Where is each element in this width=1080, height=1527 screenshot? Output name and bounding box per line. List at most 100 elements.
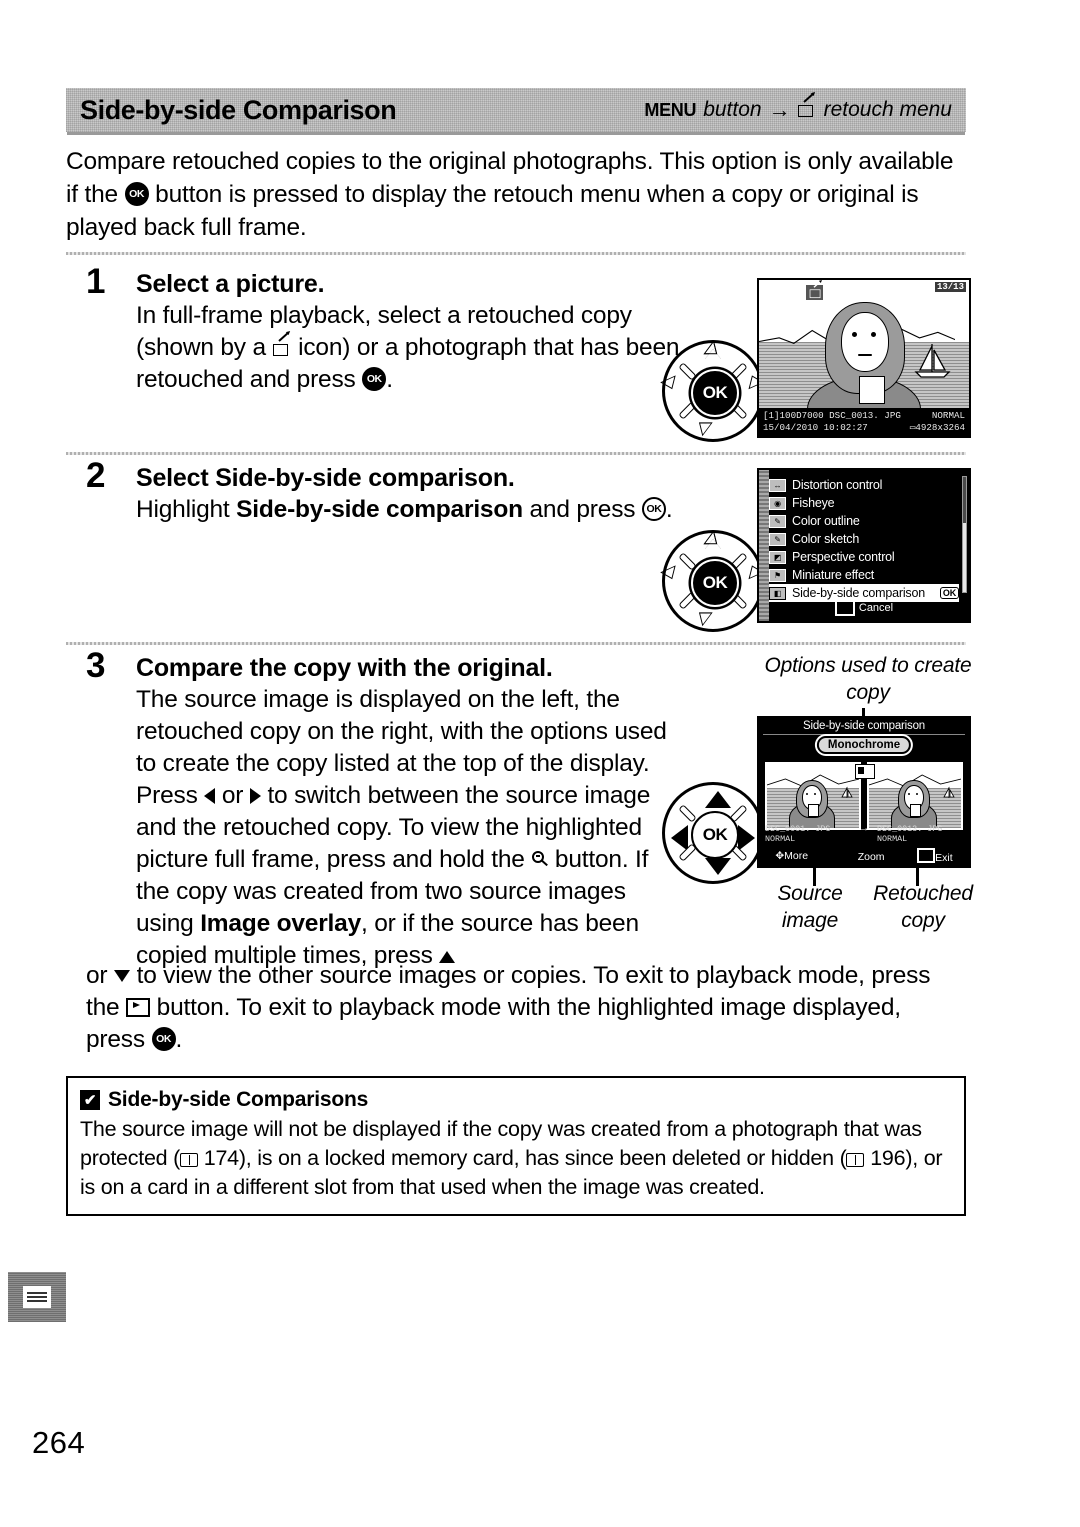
step-3-number: 3 bbox=[86, 646, 106, 685]
step-3-body-2: or bbox=[215, 782, 250, 809]
screen-topbar: 13/13 bbox=[759, 280, 969, 303]
step-2-body-d: . bbox=[665, 496, 673, 523]
ok-button[interactable]: OK bbox=[691, 559, 739, 607]
caution-title-row: ✔ Side-by-side Comparisons bbox=[80, 1088, 952, 1112]
divider-2 bbox=[66, 452, 966, 455]
ok-button-icon bbox=[362, 367, 387, 391]
sbs-right-info: DSC_0013. JPG NORMAL bbox=[877, 824, 963, 844]
step-3-body-9: button. To exit to playback mode with th… bbox=[86, 994, 901, 1053]
caution-title: Side-by-side Comparisons bbox=[108, 1088, 369, 1111]
left-arrow-icon bbox=[204, 788, 216, 804]
dial-notch bbox=[678, 804, 697, 823]
step-3-body-lower: or to view the other source images or co… bbox=[86, 960, 966, 1056]
menu-item[interactable]: ◉ Fisheye bbox=[769, 494, 959, 512]
distortion-control-icon: ↔ bbox=[769, 478, 786, 492]
photo-size-group: ▭4928x3264 bbox=[910, 422, 965, 434]
person-eye bbox=[871, 332, 876, 337]
step-2-body-a: Highlight bbox=[136, 496, 237, 523]
person-hand bbox=[859, 376, 885, 404]
color-outline-icon: ✎ bbox=[769, 514, 786, 528]
menu-item[interactable]: ⚑ Miniature effect bbox=[769, 566, 959, 584]
playback-button-icon bbox=[126, 998, 151, 1017]
step-3: 3 Compare the copy with the original. Th… bbox=[86, 646, 681, 972]
screen-playback: 13/13 [1]100D7000 DSC_0013. JPG NORMAL 1… bbox=[757, 278, 971, 438]
intro-line-2a: if the bbox=[66, 181, 125, 208]
photo-filename: DSC_0013. JPG bbox=[829, 410, 901, 421]
reference-book-icon bbox=[180, 1153, 199, 1167]
page-title: Side-by-side Comparison bbox=[80, 94, 397, 125]
person-eye bbox=[852, 332, 857, 337]
step-1-body-c: . bbox=[386, 366, 393, 393]
miniature-effect-icon: ⚑ bbox=[769, 568, 786, 582]
zoom-in-icon bbox=[843, 848, 855, 862]
playback-button-icon bbox=[834, 600, 855, 616]
multi-selector-dial[interactable]: OK bbox=[662, 782, 764, 884]
menu-item-label: Color outline bbox=[792, 514, 860, 528]
step-2-body-c: and press bbox=[522, 496, 642, 523]
menu-item-label: Color sketch bbox=[792, 532, 860, 546]
manual-page: Side-by-side Comparison MENU button → re… bbox=[0, 0, 1080, 1527]
photo-date: 15/04/2010 bbox=[763, 422, 819, 433]
sbs-left-filename: DSC_0001. JPG bbox=[765, 824, 831, 834]
caution-ref-1: 174 bbox=[203, 1146, 239, 1170]
sbs-footer-more[interactable]: ✥More bbox=[775, 850, 808, 862]
photo-size: 4928x3264 bbox=[915, 422, 965, 433]
person-mouth bbox=[858, 354, 872, 356]
right-arrow-icon bbox=[249, 788, 261, 804]
caution-check-icon: ✔ bbox=[80, 1090, 100, 1110]
retouch-pen-icon bbox=[272, 332, 292, 357]
menu-scrollbar[interactable] bbox=[962, 476, 967, 593]
ok-button-icon bbox=[641, 497, 666, 521]
page-number: 264 bbox=[32, 1425, 86, 1460]
step-1: 1 Select a picture. In full-frame playba… bbox=[86, 262, 686, 396]
menu-item-label: Miniature effect bbox=[792, 568, 875, 582]
menu-tab-icon bbox=[8, 1272, 66, 1322]
ok-button-icon bbox=[124, 182, 149, 206]
color-sketch-icon: ✎ bbox=[769, 532, 786, 546]
step-1-heading: Select a picture. bbox=[136, 270, 325, 298]
multi-selector-dial[interactable]: OK bbox=[659, 527, 764, 632]
sbs-arrow-icon: → bbox=[860, 823, 868, 835]
menu-item[interactable]: ✎ Color sketch bbox=[769, 530, 959, 548]
arrow-right-icon: → bbox=[768, 97, 791, 122]
callout-options-used: Options used to create copy bbox=[764, 654, 972, 704]
intro-line-1: Compare retouched copies to the original… bbox=[66, 148, 954, 175]
sbs-exit-label: Exit bbox=[935, 851, 953, 864]
retouch-menu-label: retouch menu bbox=[823, 98, 952, 121]
dial-notch bbox=[678, 362, 697, 381]
photo-info-bar: [1]100D7000 DSC_0013. JPG NORMAL 15/04/2… bbox=[759, 408, 969, 436]
menu-item[interactable]: ↔ Distortion control bbox=[769, 476, 959, 494]
intro-line-2b: button is pressed to display the retouch… bbox=[148, 181, 919, 208]
sbs-right-filename: DSC_0013. JPG bbox=[877, 824, 943, 834]
dial-right-icon bbox=[738, 825, 755, 851]
sbs-footer-zoom[interactable]: Zoom bbox=[841, 846, 885, 865]
dial-down-icon bbox=[705, 858, 731, 875]
step-3-body-bold: Image overlay bbox=[200, 910, 362, 937]
caution-box: ✔ Side-by-side Comparisons The source im… bbox=[66, 1076, 966, 1216]
intro-paragraph: Compare retouched copies to the original… bbox=[66, 145, 971, 244]
step-3-continued: or to view the other source images or co… bbox=[86, 960, 966, 1056]
photo-folder: 100D7000 bbox=[779, 410, 824, 421]
step-2-body-bold: Side-by-side comparison bbox=[236, 496, 523, 523]
step-3-body-upper: The source image is displayed on the lef… bbox=[136, 684, 681, 972]
step-3-body-10: . bbox=[175, 1026, 183, 1053]
thumbnail-source[interactable] bbox=[765, 762, 861, 830]
ok-button[interactable]: OK bbox=[691, 369, 739, 417]
step-1-body: In full-frame playback, select a retouch… bbox=[136, 300, 686, 396]
menu-item[interactable]: ✎ Color outline bbox=[769, 512, 959, 530]
ok-button[interactable]: OK bbox=[691, 811, 739, 859]
callout-source-image: Source image bbox=[777, 882, 843, 932]
zoom-in-icon bbox=[531, 851, 548, 870]
retouch-badge-icon bbox=[805, 280, 824, 301]
menu-item[interactable]: ◩ Perspective control bbox=[769, 548, 959, 566]
step-2-heading-b: Side-by-side comparison bbox=[215, 464, 508, 492]
menu-item-label: Distortion control bbox=[792, 478, 883, 492]
person-face bbox=[841, 312, 889, 372]
multi-selector-dial[interactable]: OK bbox=[659, 337, 764, 442]
screen-side-by-side: Side-by-side comparison Monochrome DSC_0… bbox=[757, 716, 971, 868]
step-1-number: 1 bbox=[86, 262, 106, 301]
dial-up-icon bbox=[704, 527, 721, 549]
thumbnail-retouched[interactable] bbox=[867, 762, 963, 830]
callout-retouched-copy: Retouched copy bbox=[873, 882, 973, 932]
sbs-footer-exit[interactable]: Exit bbox=[917, 847, 953, 864]
